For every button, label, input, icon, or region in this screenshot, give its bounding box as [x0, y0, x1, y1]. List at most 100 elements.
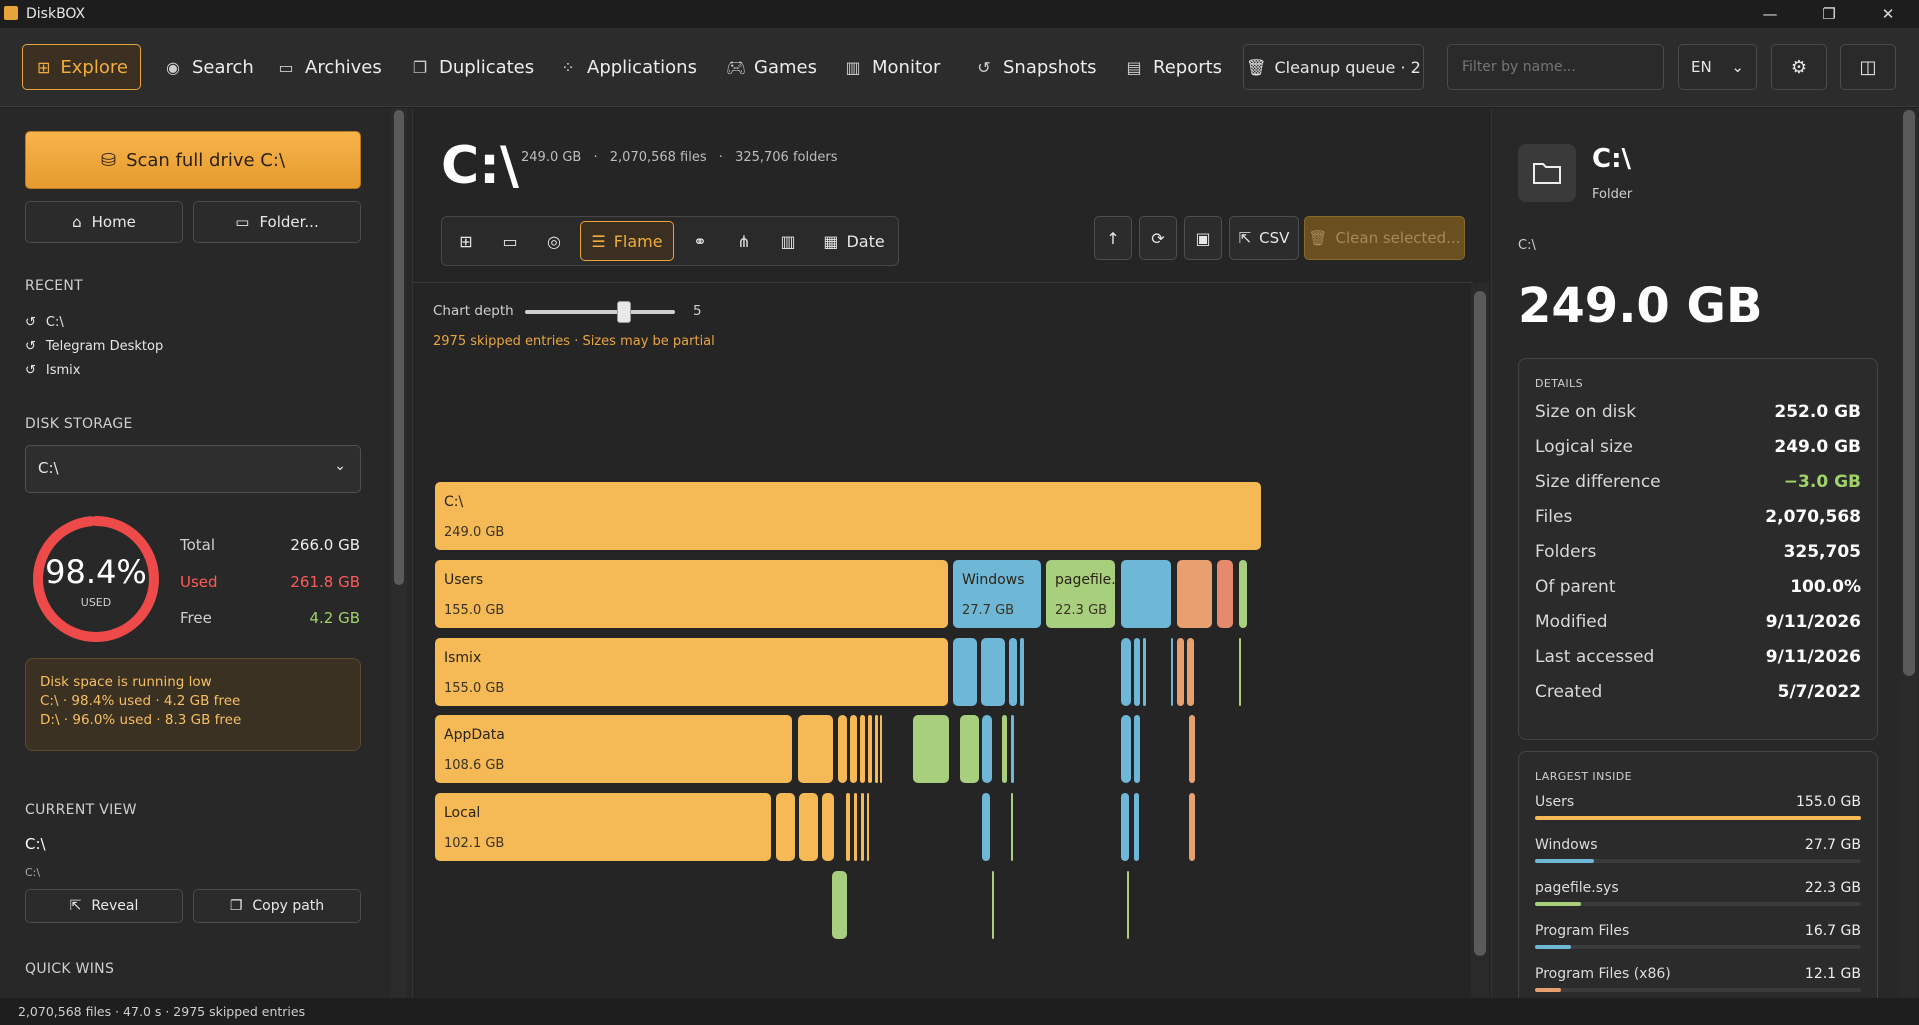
flame-block[interactable] — [913, 715, 949, 783]
language-select[interactable]: EN ⌄ — [1678, 44, 1757, 90]
flame-block[interactable] — [1134, 638, 1140, 706]
settings-button[interactable]: ⚙ — [1771, 44, 1827, 90]
home-button[interactable]: ⌂ Home — [25, 201, 183, 243]
flame-block[interactable] — [960, 715, 979, 783]
largest-item[interactable]: pagefile.sys 22.3 GB — [1535, 880, 1861, 920]
folder-view-button[interactable]: ▭ — [492, 221, 528, 261]
flame-block[interactable] — [1020, 638, 1024, 706]
flame-block[interactable] — [854, 793, 857, 861]
refresh-button[interactable]: ⟳ — [1139, 216, 1177, 260]
bar-view-button[interactable]: ▥ — [770, 221, 806, 261]
flame-block[interactable] — [1127, 871, 1129, 939]
restore-button[interactable]: ❐ — [1806, 2, 1852, 26]
graph-view-button[interactable]: ⋔ — [726, 221, 762, 261]
flame-block-local[interactable]: Local 102.1 GB — [435, 793, 771, 861]
chart-depth-slider[interactable] — [525, 301, 675, 323]
flame-block[interactable] — [868, 715, 872, 783]
bubble-view-button[interactable]: ⚭ — [682, 221, 718, 261]
flame-block[interactable] — [982, 793, 990, 861]
nav-snapshots[interactable]: ↺ Snapshots — [961, 44, 1111, 90]
flame-block[interactable] — [860, 715, 865, 783]
nav-explore[interactable]: ⊞ Explore — [22, 44, 141, 90]
recent-item[interactable]: ↺ Ismix — [25, 363, 80, 378]
flame-block[interactable] — [798, 715, 833, 783]
flame-block[interactable] — [846, 793, 850, 861]
flame-block[interactable] — [1143, 638, 1146, 706]
scrollbar-thumb[interactable] — [394, 110, 404, 585]
scrollbar-thumb[interactable] — [1903, 110, 1915, 676]
flame-block-windows[interactable]: Windows 27.7 GB — [953, 560, 1041, 628]
flame-block[interactable] — [1011, 715, 1014, 783]
flame-block[interactable] — [822, 793, 834, 861]
center-scrollbar[interactable] — [1471, 283, 1489, 998]
flame-block[interactable] — [1177, 638, 1184, 706]
slider-handle[interactable] — [617, 301, 631, 323]
clean-selected-button[interactable]: 🗑︎ Clean selected... — [1304, 216, 1465, 260]
close-button[interactable]: ✕ — [1865, 2, 1911, 26]
flame-block[interactable] — [1134, 715, 1140, 783]
flame-block[interactable] — [832, 871, 847, 939]
flame-block[interactable] — [1002, 715, 1007, 783]
copy-path-button[interactable]: ❐ Copy path — [193, 889, 361, 923]
flame-block-users[interactable]: Users 155.0 GB — [435, 560, 948, 628]
flame-block-ismix[interactable]: Ismix 155.0 GB — [435, 638, 948, 706]
flame-block[interactable] — [1009, 638, 1017, 706]
recent-item[interactable]: ↺ Telegram Desktop — [25, 339, 163, 354]
flame-block[interactable] — [861, 793, 864, 861]
minimize-button[interactable]: — — [1747, 2, 1793, 26]
nav-games[interactable]: 🎮︎ Games — [712, 44, 831, 90]
flame-block[interactable] — [992, 871, 994, 939]
drive-select[interactable]: C:\ ⌄ — [25, 445, 361, 493]
flame-block[interactable] — [1171, 638, 1173, 706]
flame-block[interactable] — [1217, 560, 1233, 628]
flame-block[interactable] — [1121, 715, 1131, 783]
flame-block[interactable] — [1189, 715, 1195, 783]
filter-input[interactable] — [1447, 44, 1664, 90]
scrollbar-thumb[interactable] — [1474, 291, 1486, 956]
flame-block[interactable] — [850, 715, 857, 783]
flame-block[interactable] — [1121, 560, 1171, 628]
save-button[interactable]: ▣ — [1184, 216, 1222, 260]
flame-block[interactable] — [1189, 793, 1195, 861]
flame-block[interactable] — [799, 793, 818, 861]
treemap-view-button[interactable]: ⊞ — [448, 221, 484, 261]
flame-view-button[interactable]: ☰ Flame — [580, 221, 674, 261]
flame-block[interactable] — [1121, 793, 1129, 861]
scan-full-drive-button[interactable]: ⛁ Scan full drive C:\ — [25, 131, 361, 189]
flame-block[interactable] — [875, 715, 878, 783]
right-scrollbar[interactable] — [1900, 108, 1918, 998]
flame-block[interactable] — [1121, 638, 1131, 706]
flame-block[interactable] — [1011, 793, 1013, 861]
nav-applications[interactable]: ⁘ Applications — [545, 44, 711, 90]
reveal-button[interactable]: ⇱ Reveal — [25, 889, 183, 923]
nav-search[interactable]: ◉ Search — [150, 44, 268, 90]
flame-block[interactable] — [1239, 638, 1241, 706]
flame-block[interactable] — [1239, 560, 1247, 628]
recent-item[interactable]: ↺ C:\ — [25, 315, 64, 330]
largest-item[interactable]: Users 155.0 GB — [1535, 794, 1861, 834]
nav-monitor[interactable]: ▥ Monitor — [830, 44, 954, 90]
flame-block[interactable] — [867, 793, 869, 861]
flame-block[interactable] — [981, 638, 1005, 706]
export-csv-button[interactable]: ⇱ CSV — [1229, 216, 1299, 260]
flame-block[interactable] — [838, 715, 847, 783]
nav-duplicates[interactable]: ❐ Duplicates — [397, 44, 548, 90]
toggle-sidebar-button[interactable]: ◫ — [1840, 44, 1896, 90]
left-scrollbar[interactable] — [391, 108, 407, 998]
flame-block[interactable] — [953, 638, 977, 706]
flame-block[interactable] — [880, 715, 882, 783]
flame-block-pagefile[interactable]: pagefile... 22.3 GB — [1046, 560, 1125, 628]
largest-item[interactable]: Program Files 16.7 GB — [1535, 923, 1861, 963]
flame-block-root[interactable]: C:\ 249.0 GB — [435, 482, 1261, 550]
sunburst-view-button[interactable]: ◎ — [536, 221, 572, 261]
flame-block[interactable] — [982, 715, 992, 783]
flame-block[interactable] — [1134, 793, 1139, 861]
folder-button[interactable]: ▭ Folder... — [193, 201, 361, 243]
largest-item[interactable]: Windows 27.7 GB — [1535, 837, 1861, 877]
flame-block-appdata[interactable]: AppData 108.6 GB — [435, 715, 792, 783]
flame-block[interactable] — [1187, 638, 1194, 706]
date-view-button[interactable]: ▦ Date — [814, 221, 894, 261]
nav-reports[interactable]: ▤ Reports — [1111, 44, 1236, 90]
flame-block[interactable] — [1177, 560, 1212, 628]
flame-block[interactable] — [776, 793, 795, 861]
